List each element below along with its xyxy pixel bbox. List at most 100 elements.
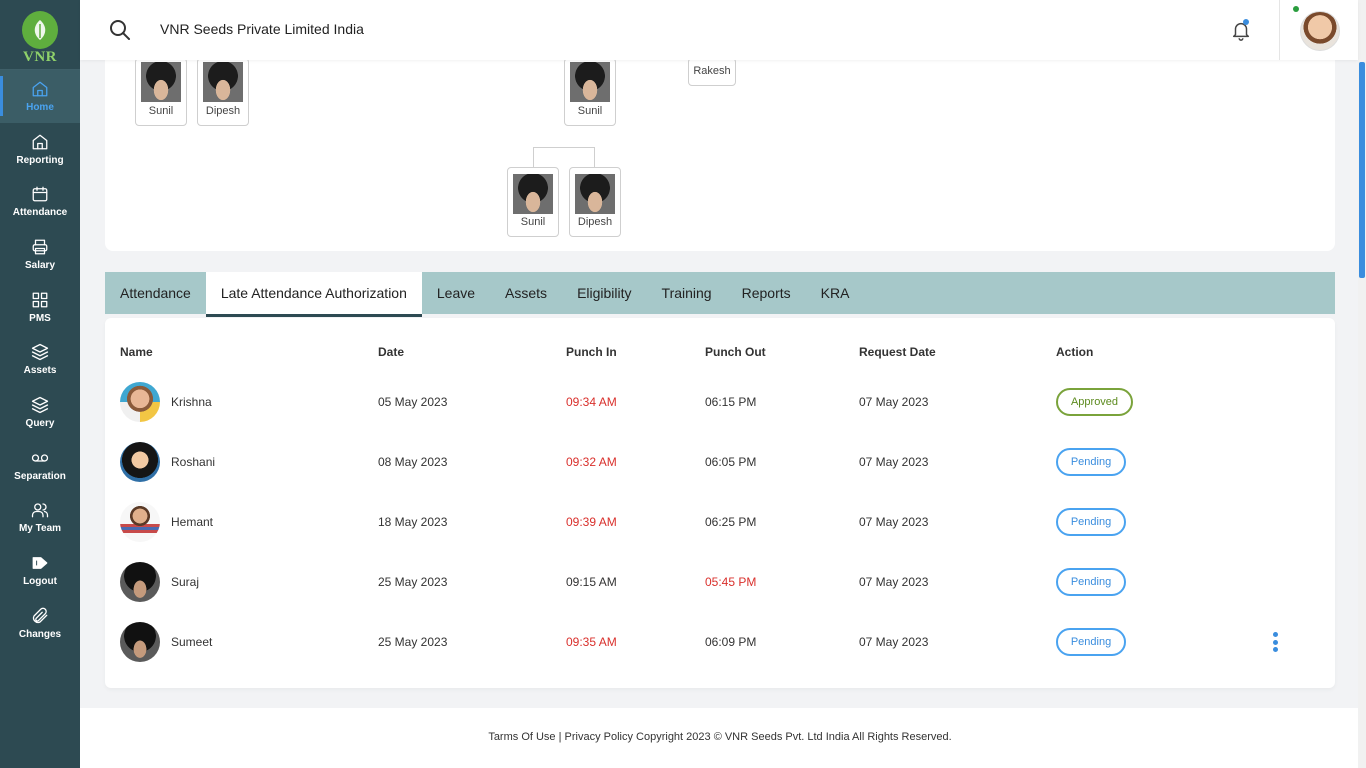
logout-icon <box>32 557 48 569</box>
column-header-punch-in: Punch In <box>566 345 617 359</box>
sidebar-item-label: Attendance <box>12 207 68 219</box>
employee-name: Krishna <box>171 395 212 409</box>
date-cell: 05 May 2023 <box>378 395 448 409</box>
punch-in-cell: 09:39 AM <box>566 515 617 529</box>
org-node[interactable]: Dipesh <box>569 167 621 237</box>
avatar <box>120 562 160 602</box>
printer-icon <box>32 239 48 255</box>
paperclip-icon <box>32 607 48 623</box>
tab-attendance[interactable]: Attendance <box>105 272 206 314</box>
avatar <box>120 622 160 662</box>
home-icon <box>32 134 48 149</box>
header-divider <box>1279 0 1280 60</box>
sidebar-item-label: Logout <box>23 576 57 588</box>
employee-name: Roshani <box>171 455 216 469</box>
sidebar-item-label: My Team <box>18 523 62 535</box>
tab-reports[interactable]: Reports <box>727 272 806 314</box>
users-icon <box>31 503 49 518</box>
voicemail-icon <box>31 454 49 462</box>
grid-icon <box>32 292 48 307</box>
punch-out-cell: 06:15 PM <box>705 395 757 409</box>
table-row: Roshani 08 May 2023 09:32 AM 06:05 PM 07… <box>105 438 1335 498</box>
sidebar-item-label: Home <box>26 101 54 113</box>
employee-photo <box>141 62 181 102</box>
punch-in-cell: 09:15 AM <box>566 575 617 589</box>
punch-out-cell: 05:45 PM <box>705 575 757 589</box>
sidebar-item-my-team[interactable]: My Team <box>0 492 80 545</box>
status-badge-pending[interactable]: Pending <box>1056 448 1126 476</box>
tab-kra[interactable]: KRA <box>806 272 865 314</box>
org-node-name: Dipesh <box>577 216 613 228</box>
date-cell: 08 May 2023 <box>378 455 448 469</box>
org-node-name: Sunil <box>520 216 546 228</box>
sidebar-item-query[interactable]: Query <box>0 386 80 439</box>
employee-photo <box>570 62 610 102</box>
org-chart: Sunil Dipesh Sunil Rakesh Sunil Dipesh <box>105 40 1335 251</box>
footer-copyright[interactable]: Tarms Of Use | Privacy Policy Copyright … <box>80 731 1360 743</box>
employee-name: Sumeet <box>171 635 213 649</box>
org-node-name: Dipesh <box>205 105 241 117</box>
sidebar-item-changes[interactable]: Changes <box>0 597 80 650</box>
org-node[interactable]: Dipesh <box>197 58 249 126</box>
punch-out-cell: 06:05 PM <box>705 455 757 469</box>
punch-in-cell: 09:35 AM <box>566 635 617 649</box>
sidebar-item-label: PMS <box>29 312 51 324</box>
column-header-request-date: Request Date <box>859 345 936 359</box>
late-attendance-table: Name Date Punch In Punch Out Request Dat… <box>105 318 1335 688</box>
tab-assets[interactable]: Assets <box>490 272 562 314</box>
request-date-cell: 07 May 2023 <box>859 515 929 529</box>
sidebar-item-logout[interactable]: Logout <box>0 544 80 597</box>
scrollbar-thumb[interactable] <box>1359 62 1365 278</box>
status-badge-pending[interactable]: Pending <box>1056 508 1126 536</box>
leaf-icon <box>22 10 58 49</box>
sidebar-item-label: Separation <box>14 470 66 482</box>
column-header-name: Name <box>120 345 153 359</box>
punch-out-cell: 06:25 PM <box>705 515 757 529</box>
employee-photo <box>203 62 243 102</box>
more-options-icon[interactable] <box>1271 632 1279 654</box>
tab-late-attendance-authorization[interactable]: Late Attendance Authorization <box>205 272 422 317</box>
sidebar-item-reporting[interactable]: Reporting <box>0 123 80 176</box>
sidebar-item-home[interactable]: Home <box>0 70 80 123</box>
org-node-name: Sunil <box>577 105 603 117</box>
search-icon[interactable] <box>108 18 132 42</box>
request-date-cell: 07 May 2023 <box>859 455 929 469</box>
calendar-icon <box>32 186 48 202</box>
sidebar-item-attendance[interactable]: Attendance <box>0 175 80 228</box>
layers-icon <box>31 344 49 361</box>
status-badge-pending[interactable]: Pending <box>1056 568 1126 596</box>
sidebar-item-assets[interactable]: Assets <box>0 333 80 386</box>
sidebar-item-label: Assets <box>23 365 57 377</box>
table-row: Suraj 25 May 2023 09:15 AM 05:45 PM 07 M… <box>105 558 1335 618</box>
vnr-logo[interactable]: VNR <box>0 0 80 70</box>
tab-training[interactable]: Training <box>647 272 727 314</box>
org-node[interactable]: Sunil <box>564 58 616 126</box>
status-badge-approved[interactable]: Approved <box>1056 388 1133 416</box>
sidebar-item-separation[interactable]: Separation <box>0 439 80 492</box>
sidebar-item-pms[interactable]: PMS <box>0 281 80 334</box>
sidebar-item-salary[interactable]: Salary <box>0 228 80 281</box>
avatar <box>120 382 160 422</box>
company-name: VNR Seeds Private Limited India <box>160 21 364 37</box>
org-node[interactable]: Sunil <box>135 58 187 126</box>
org-connector <box>533 147 595 169</box>
sidebar-item-label: Reporting <box>16 154 64 166</box>
logo-text: VNR <box>23 48 57 65</box>
sidebar: VNR Home Reporting Attendance Salary PMS… <box>0 0 80 768</box>
tab-eligibility[interactable]: Eligibility <box>562 272 646 314</box>
status-badge-pending[interactable]: Pending <box>1056 628 1126 656</box>
org-node-name: Sunil <box>148 105 174 117</box>
date-cell: 25 May 2023 <box>378 635 448 649</box>
org-node[interactable]: Rakesh <box>688 58 736 86</box>
tab-leave[interactable]: Leave <box>422 272 490 314</box>
column-header-action: Action <box>1056 345 1094 359</box>
table-row: Krishna 05 May 2023 09:34 AM 06:15 PM 07… <box>105 378 1335 438</box>
sidebar-item-label: Salary <box>24 259 56 271</box>
org-node[interactable]: Sunil <box>507 167 559 237</box>
user-avatar[interactable] <box>1300 11 1340 51</box>
online-status-dot <box>1293 6 1299 12</box>
org-node-name: Rakesh <box>693 65 731 77</box>
employee-name: Suraj <box>171 575 200 589</box>
date-cell: 18 May 2023 <box>378 515 448 529</box>
layers-icon <box>31 396 49 414</box>
